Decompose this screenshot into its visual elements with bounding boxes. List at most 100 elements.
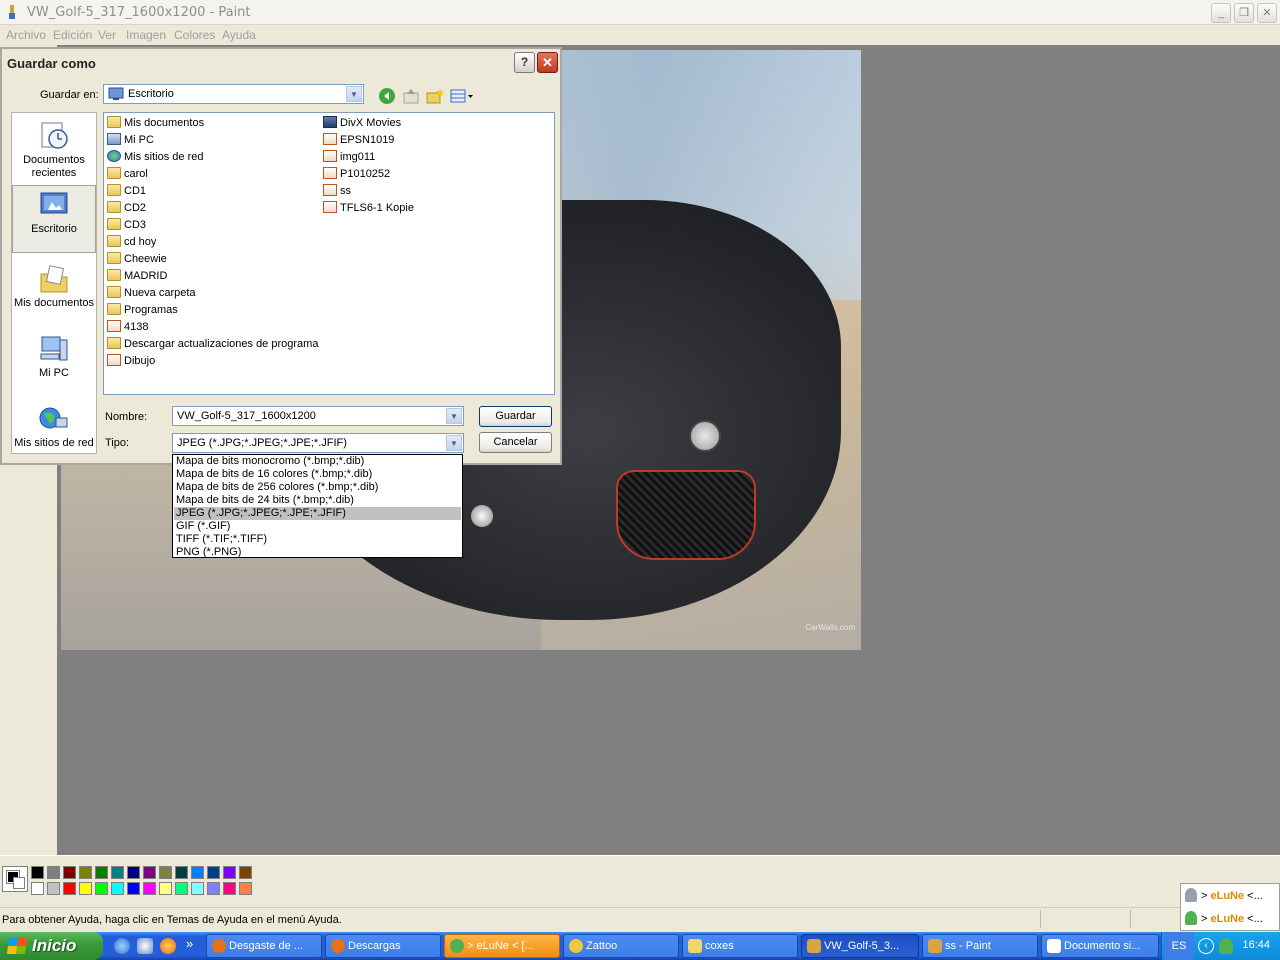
color-swatch[interactable]	[175, 866, 188, 879]
save-in-combo[interactable]: Escritorio ▼	[103, 84, 364, 104]
list-item[interactable]: Nueva carpeta	[107, 285, 196, 302]
color-swatch[interactable]	[95, 882, 108, 895]
color-swatch[interactable]	[127, 882, 140, 895]
dialog-close-button[interactable]: ✕	[537, 52, 558, 73]
list-item[interactable]: img011	[323, 149, 375, 166]
new-folder-icon[interactable]	[426, 87, 444, 105]
place-escritorio[interactable]: Escritorio	[12, 185, 96, 253]
up-folder-icon[interactable]	[402, 87, 420, 105]
chevron-left-icon[interactable]: ‹	[1198, 938, 1214, 954]
color-swatch[interactable]	[223, 866, 236, 879]
type-option[interactable]: TIFF (*.TIF;*.TIFF)	[174, 533, 461, 546]
list-item[interactable]: Dibujo	[107, 353, 155, 370]
list-item[interactable]: EPSN1019	[323, 132, 394, 149]
list-item[interactable]: P1010252	[323, 166, 390, 183]
menu-colores[interactable]: Colores	[174, 28, 215, 42]
list-item[interactable]: Mis documentos	[107, 115, 204, 132]
language-indicator[interactable]: ES	[1164, 932, 1194, 960]
list-item[interactable]: CD1	[107, 183, 146, 200]
color-swatch[interactable]	[31, 882, 44, 895]
dialog-help-button[interactable]: ?	[514, 52, 535, 73]
place-mis-documentos[interactable]: Mis documentos	[12, 260, 96, 324]
chevron-down-icon[interactable]: ▼	[446, 435, 462, 451]
taskbar-task[interactable]: Zattoo	[563, 934, 679, 958]
show-desktop-icon[interactable]	[137, 938, 153, 954]
list-item[interactable]: Cheewie	[107, 251, 167, 268]
type-option[interactable]: Mapa de bits de 24 bits (*.bmp;*.dib)	[174, 494, 461, 507]
color-swatch[interactable]	[207, 882, 220, 895]
menu-ver[interactable]: Ver	[98, 28, 116, 42]
close-button[interactable]: ✕	[1257, 3, 1277, 23]
menu-edicion[interactable]: Edición	[53, 28, 92, 42]
list-item[interactable]: 4138	[107, 319, 148, 336]
list-item[interactable]: Programas	[107, 302, 178, 319]
taskbar-task[interactable]: Documento si...	[1041, 934, 1159, 958]
place-mi-pc[interactable]: Mi PC	[12, 330, 96, 394]
list-item[interactable]: Descargar actualizaciones de programa	[107, 336, 318, 353]
place-documentos-recientes[interactable]: Documentos recientes	[12, 117, 96, 183]
color-swatch[interactable]	[159, 882, 172, 895]
internet-explorer-icon[interactable]	[114, 938, 130, 954]
color-swatch[interactable]	[191, 882, 204, 895]
type-option[interactable]: Mapa de bits de 16 colores (*.bmp;*.dib)	[174, 468, 461, 481]
type-option[interactable]: Mapa de bits de 256 colores (*.bmp;*.dib…	[174, 481, 461, 494]
color-swatch[interactable]	[175, 882, 188, 895]
chevron-down-icon[interactable]: ▼	[346, 86, 362, 102]
color-swatch[interactable]	[143, 882, 156, 895]
list-item[interactable]: CD2	[107, 200, 146, 217]
type-option[interactable]: Mapa de bits monocromo (*.bmp;*.dib)	[174, 455, 461, 468]
list-item[interactable]: DivX Movies	[323, 115, 401, 132]
type-option[interactable]: PNG (*.PNG)	[174, 546, 461, 559]
color-swatch[interactable]	[79, 882, 92, 895]
current-colors[interactable]	[2, 866, 28, 892]
chevron-down-icon[interactable]: ▼	[446, 408, 462, 424]
file-name-field[interactable]: VW_Golf-5_317_1600x1200 ▼	[172, 406, 464, 426]
taskbar-task-active[interactable]: VW_Golf-5_3...	[801, 934, 919, 958]
messenger-tray-icon[interactable]	[1219, 938, 1233, 954]
color-swatch[interactable]	[47, 866, 60, 879]
color-swatch[interactable]	[95, 866, 108, 879]
color-swatch[interactable]	[239, 866, 252, 879]
notification-item[interactable]: > eLuNe <...	[1185, 909, 1279, 929]
file-type-dropdown-list[interactable]: Mapa de bits monocromo (*.bmp;*.dib) Map…	[172, 454, 463, 558]
list-item[interactable]: carol	[107, 166, 148, 183]
color-swatch[interactable]	[79, 866, 92, 879]
menu-imagen[interactable]: Imagen	[126, 28, 166, 42]
color-swatch[interactable]	[239, 882, 252, 895]
color-swatch[interactable]	[63, 866, 76, 879]
color-swatch[interactable]	[191, 866, 204, 879]
list-item[interactable]: ss	[323, 183, 351, 200]
type-option-selected[interactable]: JPEG (*.JPG;*.JPEG;*.JPE;*.JFIF)	[174, 507, 461, 520]
taskbar-task[interactable]: ss - Paint	[922, 934, 1038, 958]
color-swatch[interactable]	[111, 882, 124, 895]
list-item[interactable]: CD3	[107, 217, 146, 234]
view-menu-icon[interactable]	[450, 87, 476, 105]
maximize-button[interactable]: ❐	[1234, 3, 1254, 23]
cancel-button[interactable]: Cancelar	[479, 432, 552, 453]
firefox-icon[interactable]	[160, 938, 176, 954]
taskbar-task[interactable]: Descargas	[325, 934, 441, 958]
minimize-button[interactable]: _	[1211, 3, 1231, 23]
menu-ayuda[interactable]: Ayuda	[222, 28, 256, 42]
list-item[interactable]: MADRID	[107, 268, 167, 285]
color-swatch[interactable]	[159, 866, 172, 879]
taskbar-task[interactable]: Desgaste de ...	[206, 934, 322, 958]
color-swatch[interactable]	[63, 882, 76, 895]
file-type-select[interactable]: JPEG (*.JPG;*.JPEG;*.JPE;*.JFIF) ▼	[172, 433, 464, 453]
color-swatch[interactable]	[143, 866, 156, 879]
list-item[interactable]: cd hoy	[107, 234, 156, 251]
save-button[interactable]: Guardar	[479, 406, 552, 427]
color-swatch[interactable]	[47, 882, 60, 895]
taskbar-task[interactable]: coxes	[682, 934, 798, 958]
color-swatch[interactable]	[111, 866, 124, 879]
color-swatch[interactable]	[207, 866, 220, 879]
taskbar-task[interactable]: > eLuNe < [...	[444, 934, 560, 958]
type-option[interactable]: GIF (*.GIF)	[174, 520, 461, 533]
notification-item[interactable]: > eLuNe <...	[1185, 886, 1279, 906]
list-item[interactable]: Mis sitios de red	[107, 149, 203, 166]
color-swatch[interactable]	[127, 866, 140, 879]
list-item[interactable]: TFLS6-1 Kopie	[323, 200, 414, 217]
color-swatch[interactable]	[223, 882, 236, 895]
place-mis-sitios-de-red[interactable]: Mis sitios de red	[12, 400, 96, 454]
back-arrow-icon[interactable]	[378, 87, 396, 105]
